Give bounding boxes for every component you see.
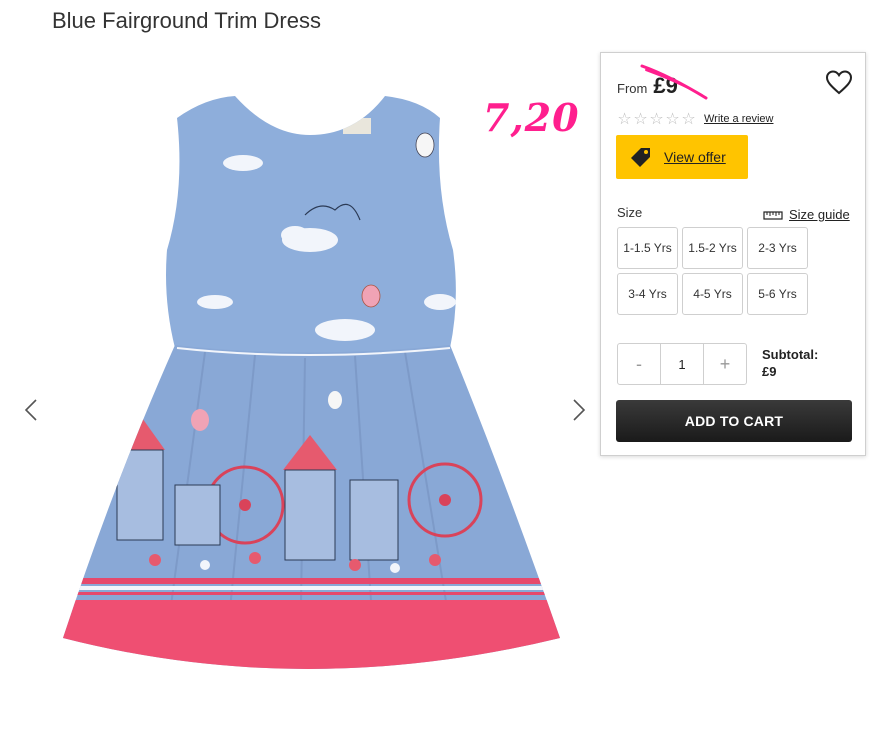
star-icon: ☆ bbox=[633, 111, 648, 128]
from-label: From bbox=[617, 81, 648, 96]
star-icon: ☆ bbox=[617, 111, 632, 128]
write-review-link[interactable]: Write a review bbox=[704, 113, 773, 125]
price-row: From £9 bbox=[617, 73, 678, 99]
size-guide-link[interactable]: Size guide bbox=[763, 207, 850, 222]
quantity-stepper: - + bbox=[617, 343, 747, 385]
product-image bbox=[55, 90, 565, 695]
heart-icon bbox=[825, 70, 853, 95]
quantity-increase-button[interactable]: + bbox=[704, 344, 746, 384]
gallery-next-button[interactable] bbox=[566, 390, 592, 430]
rating-row: ☆ ☆ ☆ ☆ ☆ Write a review bbox=[617, 109, 773, 129]
chevron-right-icon bbox=[573, 399, 586, 421]
handwritten-price-annotation: 7,20 bbox=[483, 95, 580, 140]
product-gallery bbox=[0, 50, 600, 739]
star-icon: ☆ bbox=[665, 111, 680, 128]
view-offer-button[interactable]: View offer bbox=[616, 135, 748, 179]
size-option[interactable]: 1.5-2 Yrs bbox=[682, 227, 743, 269]
subtotal-label: Subtotal: bbox=[762, 347, 819, 362]
size-options: 1-1.5 Yrs 1.5-2 Yrs 2-3 Yrs 3-4 Yrs 4-5 … bbox=[617, 227, 808, 315]
purchase-panel: From £9 ☆ ☆ ☆ ☆ ☆ Write a review View of… bbox=[600, 52, 866, 456]
dress-illustration bbox=[63, 96, 560, 669]
chevron-left-icon bbox=[24, 399, 37, 421]
quantity-input[interactable] bbox=[660, 344, 704, 384]
size-label: Size bbox=[617, 205, 643, 220]
gallery-prev-button[interactable] bbox=[18, 390, 44, 430]
subtotal: Subtotal: £9 bbox=[762, 346, 818, 380]
product-price: £9 bbox=[653, 73, 678, 98]
size-option[interactable]: 1-1.5 Yrs bbox=[617, 227, 678, 269]
size-option[interactable]: 2-3 Yrs bbox=[747, 227, 808, 269]
wishlist-button[interactable] bbox=[825, 69, 853, 97]
product-title: Blue Fairground Trim Dress bbox=[52, 8, 321, 33]
size-option[interactable]: 4-5 Yrs bbox=[682, 273, 743, 315]
price-tag-icon bbox=[631, 148, 650, 167]
star-icon: ☆ bbox=[649, 111, 664, 128]
ruler-icon bbox=[763, 210, 783, 220]
size-option[interactable]: 3-4 Yrs bbox=[617, 273, 678, 315]
rating-stars: ☆ ☆ ☆ ☆ ☆ bbox=[617, 109, 696, 129]
quantity-decrease-button[interactable]: - bbox=[618, 344, 660, 384]
subtotal-value: £9 bbox=[762, 364, 777, 379]
star-icon: ☆ bbox=[681, 111, 696, 128]
view-offer-label: View offer bbox=[664, 149, 726, 165]
add-to-cart-button[interactable]: ADD TO CART bbox=[616, 400, 852, 442]
size-option[interactable]: 5-6 Yrs bbox=[747, 273, 808, 315]
size-guide-label: Size guide bbox=[789, 207, 850, 222]
